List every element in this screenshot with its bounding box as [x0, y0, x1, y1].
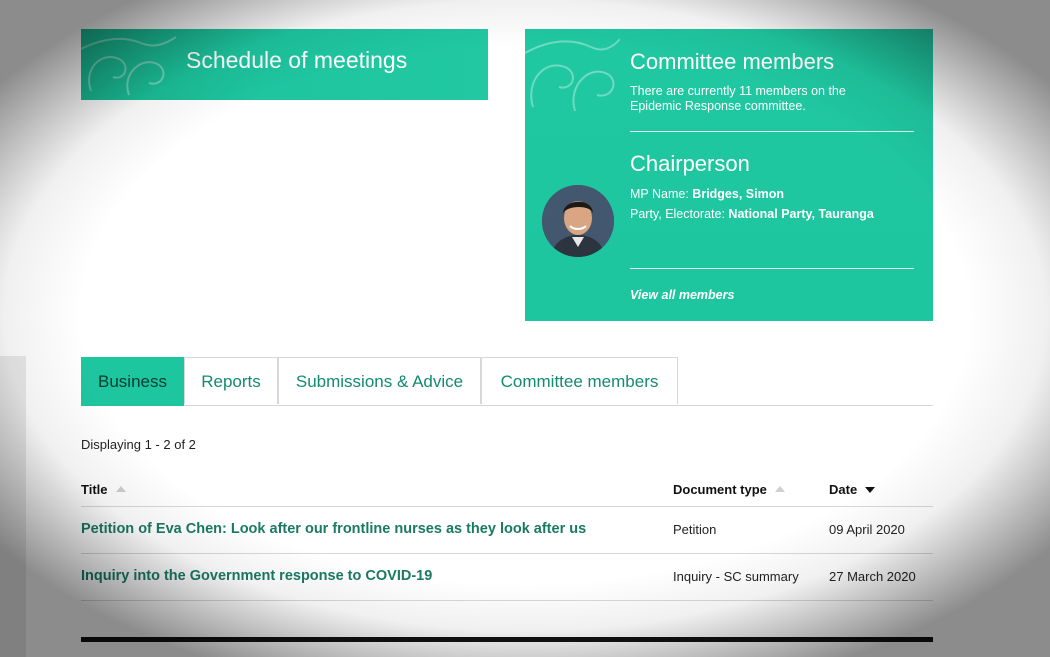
view-all-members-link[interactable]: View all members: [630, 288, 734, 302]
sort-up-icon: [115, 486, 126, 492]
row-date: 27 March 2020: [829, 569, 916, 584]
mp-name-value: Bridges, Simon: [692, 187, 784, 201]
members-heading: Committee members: [630, 49, 835, 74]
tab-bar: Business Reports Submissions & Advice Co…: [81, 357, 933, 406]
committee-members-panel: Committee members There are currently 11…: [525, 29, 933, 321]
person-icon: [542, 185, 614, 257]
tab-baseline: [81, 405, 933, 406]
schedule-title: Schedule of meetings: [186, 47, 408, 73]
tab-submissions-advice[interactable]: Submissions & Advice: [278, 357, 481, 404]
results-count: Displaying 1 - 2 of 2: [81, 437, 196, 452]
row-title-link[interactable]: Inquiry into the Government response to …: [81, 568, 432, 584]
mp-name-label: MP Name:: [630, 187, 693, 201]
footer-divider: [81, 637, 933, 642]
business-table: Title Document type Date Petition of Eva…: [81, 472, 933, 601]
party-line: Party, Electorate: National Party, Taura…: [630, 207, 874, 221]
column-date[interactable]: Date: [829, 482, 876, 497]
table-header: Title Document type Date: [81, 472, 933, 507]
row-document-type: Inquiry - SC summary: [673, 569, 799, 584]
chairperson-heading: Chairperson: [630, 151, 750, 176]
column-document-type[interactable]: Document type: [673, 482, 785, 497]
left-edge-strip: [0, 356, 26, 657]
koru-pattern-icon: [81, 36, 176, 96]
mp-name-line: MP Name: Bridges, Simon: [630, 187, 784, 201]
sort-down-icon: [865, 487, 876, 493]
schedule-panel: Schedule of meetings: [81, 29, 488, 100]
party-label: Party, Electorate:: [630, 207, 729, 221]
tab-reports[interactable]: Reports: [184, 357, 278, 404]
column-title[interactable]: Title: [81, 482, 126, 497]
tab-committee-members[interactable]: Committee members: [481, 357, 678, 404]
tab-business[interactable]: Business: [81, 357, 184, 406]
members-description: There are currently 11 members on the Ep…: [630, 84, 846, 113]
table-row: Inquiry into the Government response to …: [81, 554, 933, 601]
table-row: Petition of Eva Chen: Look after our fro…: [81, 507, 933, 554]
party-value: National Party, Tauranga: [728, 207, 874, 221]
row-date: 09 April 2020: [829, 522, 905, 537]
sort-up-icon: [774, 486, 785, 492]
chairperson-avatar: [542, 185, 614, 257]
divider: [630, 268, 914, 269]
divider: [630, 131, 914, 132]
row-title-link[interactable]: Petition of Eva Chen: Look after our fro…: [81, 521, 586, 537]
koru-pattern-icon: [525, 38, 620, 112]
row-document-type: Petition: [673, 522, 717, 537]
